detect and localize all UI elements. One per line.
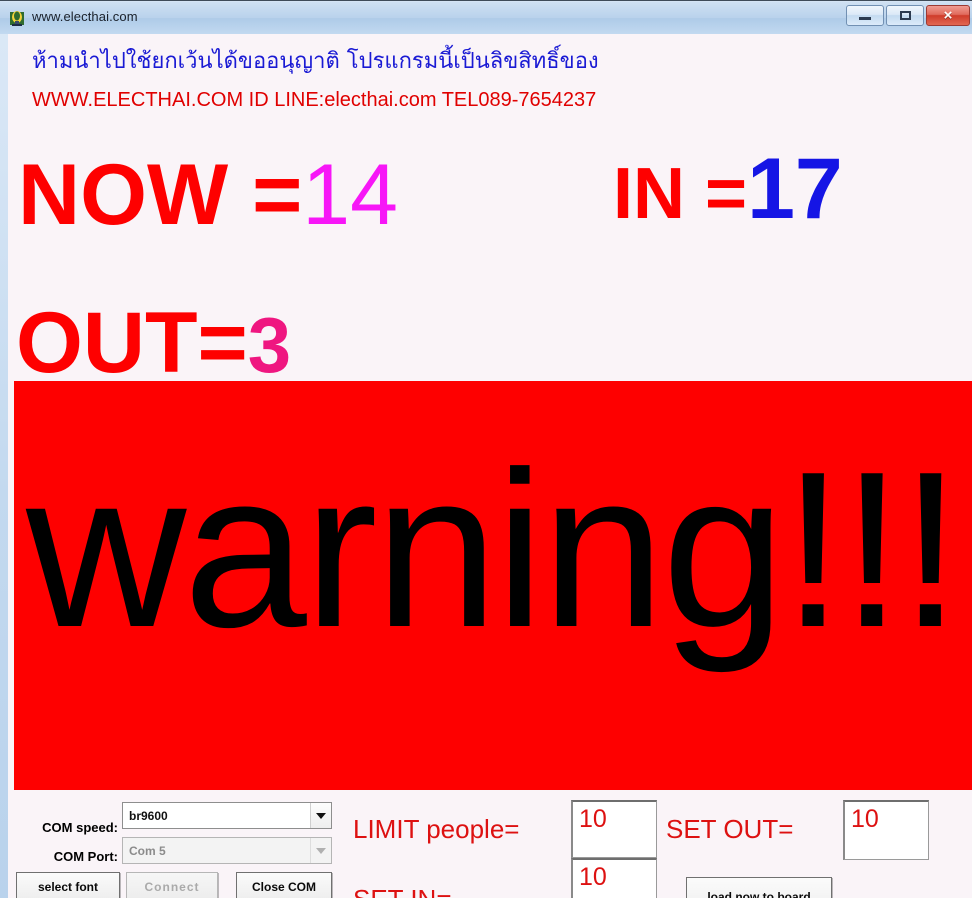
close-com-button[interactable]: Close COM xyxy=(236,872,332,898)
com-port-dropdown[interactable]: Com 5 xyxy=(122,837,332,864)
now-value: 14 xyxy=(302,147,398,243)
limit-people-label: LIMIT people= xyxy=(353,814,520,844)
maximize-icon xyxy=(899,11,911,20)
out-value: 3 xyxy=(247,301,292,389)
load-now-to-board-button[interactable]: load now to board xyxy=(686,877,832,898)
chevron-down-icon[interactable] xyxy=(310,803,331,828)
com-port-value: Com 5 xyxy=(129,843,166,858)
set-out-input[interactable]: 10 xyxy=(843,800,929,860)
limit-people-input[interactable]: 10 xyxy=(571,800,657,858)
warning-text: warning!!! xyxy=(26,426,961,674)
select-font-button[interactable]: select font xyxy=(16,872,120,898)
com-speed-label: COM speed: xyxy=(42,820,118,835)
now-label: NOW = xyxy=(18,147,303,243)
warning-banner: warning!!! xyxy=(14,381,972,790)
app-icon xyxy=(10,11,24,26)
now-counter: NOW =14 xyxy=(18,152,398,238)
set-out-label: SET OUT= xyxy=(666,814,794,844)
connect-button[interactable]: Connect xyxy=(126,872,218,898)
window-controls: × xyxy=(846,5,970,29)
set-in-label: SET IN= xyxy=(353,884,452,898)
minimize-icon xyxy=(859,17,871,20)
minimize-button[interactable] xyxy=(846,5,884,26)
set-in-input[interactable]: 10 xyxy=(571,858,657,898)
window-title: www.electhai.com xyxy=(32,9,138,24)
control-panel: COM speed: br9600 COM Port: Com 5 select… xyxy=(8,792,972,898)
copyright-notice-thai: ห้ามนำไปใช้ยกเว้นได้ขออนุญาติ โปรแกรมนี้… xyxy=(32,49,599,74)
client-area: ห้ามนำไปใช้ยกเว้นได้ขออนุญาติ โปรแกรมนี้… xyxy=(8,34,972,898)
in-label: IN = xyxy=(613,154,748,234)
com-port-label: COM Port: xyxy=(53,849,118,864)
contact-info-line: WWW.ELECTHAI.COM ID LINE:electhai.com TE… xyxy=(32,89,597,111)
chevron-down-icon[interactable] xyxy=(310,838,331,863)
com-speed-dropdown[interactable]: br9600 xyxy=(122,802,332,829)
close-button[interactable]: × xyxy=(926,5,970,26)
close-icon: × xyxy=(943,7,953,24)
maximize-button[interactable] xyxy=(886,5,924,26)
out-label: OUT= xyxy=(16,295,248,391)
in-counter: IN =17 xyxy=(613,146,843,232)
title-bar[interactable]: www.electhai.com × xyxy=(0,0,972,34)
out-counter: OUT=3 xyxy=(16,300,291,386)
in-value: 17 xyxy=(747,141,843,237)
com-speed-value: br9600 xyxy=(129,808,168,823)
application-window: www.electhai.com × ห้ามนำไปใช้ยกเว้นได้ข… xyxy=(0,0,972,898)
title-bar-surface xyxy=(0,2,972,34)
